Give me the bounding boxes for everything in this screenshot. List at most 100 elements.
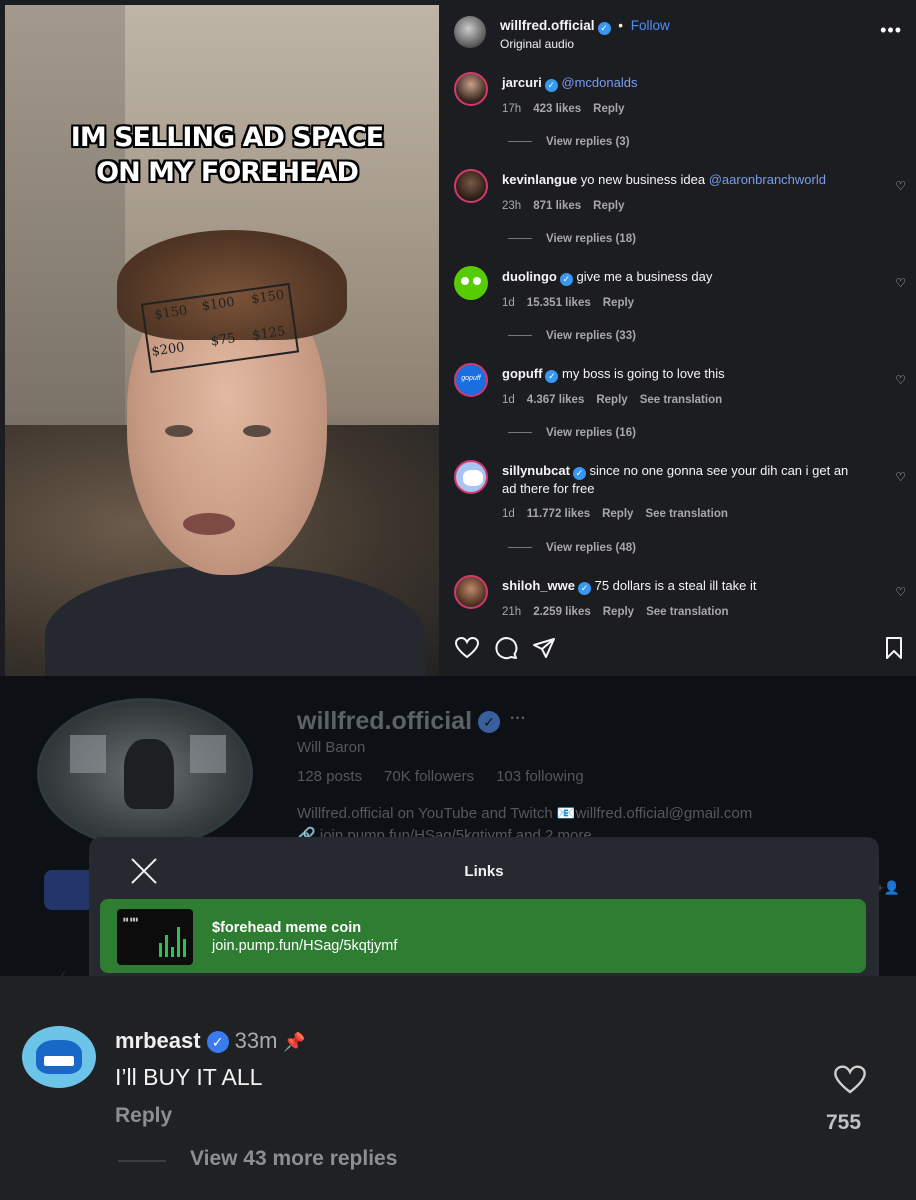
- commenter-avatar[interactable]: [454, 169, 488, 203]
- followers-count[interactable]: 70K followers: [384, 768, 474, 785]
- replies-divider: [118, 1160, 166, 1162]
- heart-icon[interactable]: [832, 1064, 868, 1104]
- thumb-bar: [159, 943, 162, 957]
- avatar-figure: [124, 739, 174, 809]
- forehead-price: $200: [150, 340, 186, 360]
- comment-text: shiloh_wwe ✓ 75 dollars is a steal ill ta…: [502, 577, 862, 595]
- reply-button[interactable]: Reply: [596, 394, 627, 406]
- verified-icon: ✓: [559, 273, 573, 286]
- author-username[interactable]: willfred.official: [500, 18, 595, 33]
- author-line: willfred.official ✓ • Follow: [500, 18, 670, 35]
- profile-avatar[interactable]: [37, 698, 253, 848]
- video-caption: IM SELLING AD SPACE ON MY FOREHEAD: [25, 120, 429, 190]
- comment-meta: 17h 423 likes Reply: [502, 103, 636, 115]
- view-replies-button[interactable]: View replies (18): [508, 233, 636, 245]
- commenter-avatar[interactable]: gopuff: [454, 363, 488, 397]
- like-count: 755: [826, 1111, 862, 1134]
- mrbeast-avatar[interactable]: [22, 1026, 96, 1088]
- comment-likes[interactable]: 11.772 likes: [527, 508, 590, 520]
- more-options-icon[interactable]: •••: [880, 20, 902, 41]
- caption-line: IM SELLING AD SPACE: [70, 122, 384, 153]
- commenter-username[interactable]: duolingo: [502, 269, 557, 284]
- like-heart-icon[interactable]: ♡: [895, 585, 906, 599]
- commenter-avatar[interactable]: [454, 460, 488, 494]
- commenter-username[interactable]: sillynubcat: [502, 463, 570, 478]
- forehead-price: $125: [251, 324, 287, 344]
- following-count[interactable]: 103 following: [496, 768, 584, 785]
- video-eye: [165, 425, 193, 437]
- see-translation-button[interactable]: See translation: [645, 508, 727, 520]
- instagram-post: $150 $100 $150 $200 $75 $125 IM SELLING …: [0, 0, 916, 676]
- commenter-username[interactable]: mrbeast: [115, 1028, 201, 1053]
- view-replies-button[interactable]: View replies (48): [508, 542, 636, 554]
- reply-button[interactable]: Reply: [115, 1104, 172, 1128]
- audio-label[interactable]: Original audio: [500, 37, 574, 51]
- comment-icon[interactable]: [494, 636, 518, 666]
- like-heart-icon[interactable]: ♡: [895, 276, 906, 290]
- comment-time: 23h: [502, 200, 522, 212]
- reply-button[interactable]: Reply: [593, 200, 624, 212]
- reply-button[interactable]: Reply: [602, 508, 633, 520]
- mention-link[interactable]: @mcdonalds: [561, 75, 637, 90]
- pin-icon: 📌: [283, 1032, 306, 1052]
- like-heart-icon[interactable]: ♡: [895, 373, 906, 387]
- post-video[interactable]: $150 $100 $150 $200 $75 $125 IM SELLING …: [5, 5, 439, 676]
- heart-icon[interactable]: [454, 636, 480, 666]
- profile-username: willfred.official: [297, 707, 473, 735]
- comments-panel: willfred.official ✓ • Follow Original aud…: [440, 0, 916, 676]
- modal-title: Links: [464, 863, 504, 880]
- commenter-avatar[interactable]: [454, 72, 488, 106]
- commenter-username[interactable]: kevinlangue: [502, 172, 577, 187]
- author-avatar[interactable]: [454, 16, 486, 48]
- view-more-replies-button[interactable]: View 43 more replies: [190, 1147, 397, 1171]
- thumb-bar: [171, 947, 174, 957]
- commenter-avatar[interactable]: [454, 575, 488, 609]
- mention-link[interactable]: @aaronbranchworld: [709, 172, 826, 187]
- comment-time: 33m: [234, 1028, 278, 1053]
- verified-icon: ✓: [544, 79, 558, 92]
- commenter-username[interactable]: shiloh_wwe: [502, 578, 575, 593]
- profile-more-icon[interactable]: ···: [510, 710, 526, 727]
- follow-button[interactable]: Follow: [631, 18, 670, 33]
- reply-button[interactable]: Reply: [603, 297, 634, 309]
- view-replies-button[interactable]: View replies (16): [508, 427, 636, 439]
- duolingo-eye: [473, 277, 481, 285]
- comment-likes[interactable]: 423 likes: [533, 103, 581, 115]
- see-translation-button[interactable]: See translation: [646, 606, 728, 618]
- like-heart-icon[interactable]: ♡: [895, 179, 906, 193]
- reply-button[interactable]: Reply: [593, 103, 624, 115]
- comment-time: 1d: [502, 297, 515, 309]
- comment-content: yo new business idea: [580, 172, 706, 187]
- add-user-icon[interactable]: +👤: [876, 880, 900, 896]
- view-replies-button[interactable]: View replies (33): [508, 330, 636, 342]
- video-mouth: [183, 513, 235, 535]
- cat-face: [463, 470, 483, 486]
- forehead-price: $100: [200, 294, 236, 315]
- link-card[interactable]: ▮▮ ▮▮▮ $forehead meme coin join.pump.fun…: [100, 899, 866, 973]
- view-replies-button[interactable]: View replies (3): [508, 136, 630, 148]
- comment-text: gopuff ✓ my boss is going to love this: [502, 365, 862, 383]
- comment-content: my boss is going to love this: [562, 366, 725, 381]
- comment-likes[interactable]: 15.351 likes: [527, 297, 591, 309]
- commenter-username[interactable]: gopuff: [502, 366, 542, 381]
- verified-icon: ✓: [572, 467, 586, 480]
- see-translation-button[interactable]: See translation: [640, 394, 722, 406]
- like-heart-icon[interactable]: ♡: [895, 470, 906, 484]
- share-icon[interactable]: [532, 636, 556, 666]
- commenter-avatar[interactable]: [454, 266, 488, 300]
- video-eye: [243, 425, 271, 437]
- posts-count: 128 posts: [297, 768, 363, 785]
- comment-likes[interactable]: 871 likes: [533, 200, 581, 212]
- commenter-username[interactable]: jarcuri: [502, 75, 542, 90]
- comment-content: I’ll BUY IT ALL: [115, 1064, 263, 1090]
- thumb-bar: [183, 939, 186, 957]
- post-header: willfred.official ✓ • Follow Original aud…: [440, 0, 916, 64]
- reply-button[interactable]: Reply: [603, 606, 634, 618]
- comment-text: kevinlangue yo new business idea @aaronb…: [502, 171, 862, 188]
- comment-likes[interactable]: 4.367 likes: [527, 394, 585, 406]
- forehead-price: $150: [250, 287, 286, 308]
- comment-meta: 1d 11.772 likes Reply See translation: [502, 508, 740, 520]
- comment-likes[interactable]: 2.259 likes: [533, 606, 591, 618]
- comment-meta: 1d 15.351 likes Reply: [502, 297, 646, 309]
- bookmark-icon[interactable]: [884, 636, 904, 666]
